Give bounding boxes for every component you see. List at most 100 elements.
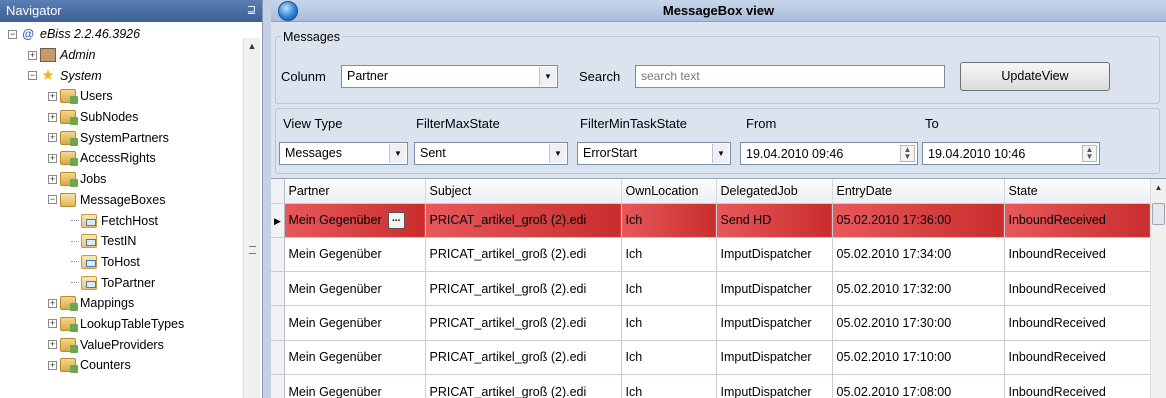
cell-ownlocation[interactable]: Ich — [621, 340, 717, 375]
table-row[interactable]: Mein Gegenüber PRICAT_artikel_groß (2).ed… — [271, 374, 1151, 398]
cell-delegatedjob[interactable]: ImputDispatcher — [716, 374, 833, 398]
cell-subject[interactable]: PRICAT_artikel_groß (2).edi — [425, 374, 622, 398]
cell-state[interactable]: InboundReceived — [1004, 305, 1151, 341]
expand-icon[interactable]: + — [48, 153, 57, 163]
spin-icon[interactable]: ▲ ▼ — [1082, 145, 1097, 162]
cell-ownlocation[interactable]: Ich — [621, 203, 717, 238]
table-row[interactable]: Mein Gegenüber PRICAT_artikel_groß (2).ed… — [271, 340, 1151, 375]
cell-entrydate[interactable]: 05.02.2010 17:30:00 — [832, 305, 1005, 341]
tree-item-accessrights[interactable]: + AccessRights — [0, 148, 243, 169]
column-header-entrydate[interactable]: EntryDate — [832, 179, 1005, 204]
tree-item-system[interactable]: − ★ System — [0, 65, 243, 86]
scroll-grip-icon[interactable] — [249, 246, 256, 254]
column-header-partner[interactable]: Partner — [284, 179, 426, 204]
cell-partner[interactable]: Mein Gegenüber — [284, 237, 426, 273]
chevron-down-icon[interactable]: ▼ — [539, 67, 556, 86]
cell-state[interactable]: InboundReceived — [1004, 203, 1151, 238]
cell-entrydate[interactable]: 05.02.2010 17:32:00 — [832, 271, 1005, 307]
column-header-ownlocation[interactable]: OwnLocation — [621, 179, 717, 204]
expand-icon[interactable]: + — [48, 133, 57, 143]
cell-delegatedjob[interactable]: ImputDispatcher — [716, 271, 833, 307]
tree-item-topartner[interactable]: ToPartner — [0, 272, 243, 293]
collapse-icon[interactable]: − — [28, 71, 37, 81]
table-row[interactable]: ▶ Mein Gegenüber... PRICAT_artikel_groß (2… — [271, 203, 1151, 238]
expand-icon[interactable]: + — [48, 174, 57, 184]
tree-item-ebiss-2-2-46-3926[interactable]: − @ eBiss 2.2.46.3926 — [0, 24, 243, 45]
collapse-icon[interactable]: − — [48, 195, 57, 205]
cell-subject[interactable]: PRICAT_artikel_groß (2).edi — [425, 340, 622, 375]
cell-partner[interactable]: Mein Gegenüber — [284, 374, 426, 398]
chevron-down-icon[interactable]: ▼ — [712, 144, 729, 163]
tree-item-jobs[interactable]: + Jobs — [0, 169, 243, 190]
column-header-delegatedjob[interactable]: DelegatedJob — [716, 179, 833, 204]
scroll-up-icon[interactable]: ▲ — [244, 38, 260, 55]
chevron-down-icon[interactable]: ▼ — [549, 144, 566, 163]
tree-item-testin[interactable]: TestIN — [0, 231, 243, 252]
cell-subject[interactable]: PRICAT_artikel_groß (2).edi — [425, 305, 622, 341]
expand-icon[interactable]: + — [48, 340, 57, 350]
filter-min-task-state-select[interactable]: ErrorStart ▼ — [577, 142, 731, 165]
cell-entrydate[interactable]: 05.02.2010 17:36:00 — [832, 203, 1005, 238]
table-row[interactable]: Mein Gegenüber PRICAT_artikel_groß (2).ed… — [271, 305, 1151, 341]
chevron-down-icon[interactable]: ▼ — [389, 144, 406, 163]
search-input[interactable]: search text — [635, 65, 945, 88]
from-datetime-picker[interactable]: 19.04.2010 09:46 ▲ ▼ — [740, 142, 918, 165]
pin-icon[interactable]: ⊒ — [247, 3, 256, 16]
row-header[interactable] — [271, 237, 285, 273]
cell-delegatedjob[interactable]: ImputDispatcher — [716, 237, 833, 273]
ellipsis-button[interactable]: ... — [387, 211, 405, 229]
row-header[interactable]: ▶ — [271, 203, 285, 238]
cell-state[interactable]: InboundReceived — [1004, 237, 1151, 273]
cell-subject[interactable]: PRICAT_artikel_groß (2).edi — [425, 203, 622, 238]
cell-state[interactable]: InboundReceived — [1004, 271, 1151, 307]
splitter[interactable] — [263, 0, 271, 398]
tree-item-counters[interactable]: + Counters — [0, 355, 243, 376]
spin-icon[interactable]: ▲ ▼ — [900, 145, 915, 162]
expand-icon[interactable]: + — [48, 360, 57, 370]
row-header[interactable] — [271, 271, 285, 307]
expand-icon[interactable]: + — [28, 50, 37, 60]
cell-delegatedjob[interactable]: ImputDispatcher — [716, 340, 833, 375]
column-header-subject[interactable]: Subject — [425, 179, 622, 204]
tree-item-fetchhost[interactable]: FetchHost — [0, 210, 243, 231]
cell-ownlocation[interactable]: Ich — [621, 237, 717, 273]
tree-item-tohost[interactable]: ToHost — [0, 252, 243, 273]
cell-state[interactable]: InboundReceived — [1004, 374, 1151, 398]
tree-item-mappings[interactable]: + Mappings — [0, 293, 243, 314]
scroll-thumb[interactable] — [1152, 203, 1165, 225]
expand-icon[interactable]: + — [48, 112, 57, 122]
tree-item-systempartners[interactable]: + SystemPartners — [0, 127, 243, 148]
table-row[interactable]: Mein Gegenüber PRICAT_artikel_groß (2).ed… — [271, 271, 1151, 307]
expand-icon[interactable]: + — [48, 298, 57, 308]
tree-item-users[interactable]: + Users — [0, 86, 243, 107]
expand-icon[interactable]: + — [48, 319, 57, 329]
cell-state[interactable]: InboundReceived — [1004, 340, 1151, 375]
row-header[interactable] — [271, 305, 285, 341]
table-row[interactable]: Mein Gegenüber PRICAT_artikel_groß (2).ed… — [271, 237, 1151, 273]
cell-partner[interactable]: Mein Gegenüber — [284, 340, 426, 375]
collapse-icon[interactable]: − — [8, 29, 17, 39]
tree-item-admin[interactable]: + Admin — [0, 45, 243, 66]
expand-icon[interactable]: + — [48, 91, 57, 101]
to-datetime-picker[interactable]: 19.04.2010 10:46 ▲ ▼ — [922, 142, 1100, 165]
cell-ownlocation[interactable]: Ich — [621, 271, 717, 307]
scroll-up-icon[interactable]: ▲ — [1151, 179, 1166, 196]
row-header[interactable] — [271, 340, 285, 375]
cell-partner[interactable]: Mein Gegenüber — [284, 305, 426, 341]
tree-item-messageboxes[interactable]: − MessageBoxes — [0, 190, 243, 211]
row-header[interactable] — [271, 374, 285, 398]
filter-max-state-select[interactable]: Sent ▼ — [414, 142, 568, 165]
cell-subject[interactable]: PRICAT_artikel_groß (2).edi — [425, 271, 622, 307]
cell-entrydate[interactable]: 05.02.2010 17:34:00 — [832, 237, 1005, 273]
cell-delegatedjob[interactable]: ImputDispatcher — [716, 305, 833, 341]
cell-partner[interactable]: Mein Gegenüber — [284, 271, 426, 307]
cell-entrydate[interactable]: 05.02.2010 17:08:00 — [832, 374, 1005, 398]
navigator-scrollbar[interactable]: ▲ — [243, 38, 260, 398]
tree-item-lookuptabletypes[interactable]: + LookupTableTypes — [0, 314, 243, 335]
tree-item-subnodes[interactable]: + SubNodes — [0, 107, 243, 128]
cell-ownlocation[interactable]: Ich — [621, 374, 717, 398]
cell-subject[interactable]: PRICAT_artikel_groß (2).edi — [425, 237, 622, 273]
cell-partner[interactable]: Mein Gegenüber... — [284, 203, 426, 238]
column-select[interactable]: Partner ▼ — [341, 65, 558, 88]
update-view-button[interactable]: UpdateView — [960, 62, 1110, 91]
